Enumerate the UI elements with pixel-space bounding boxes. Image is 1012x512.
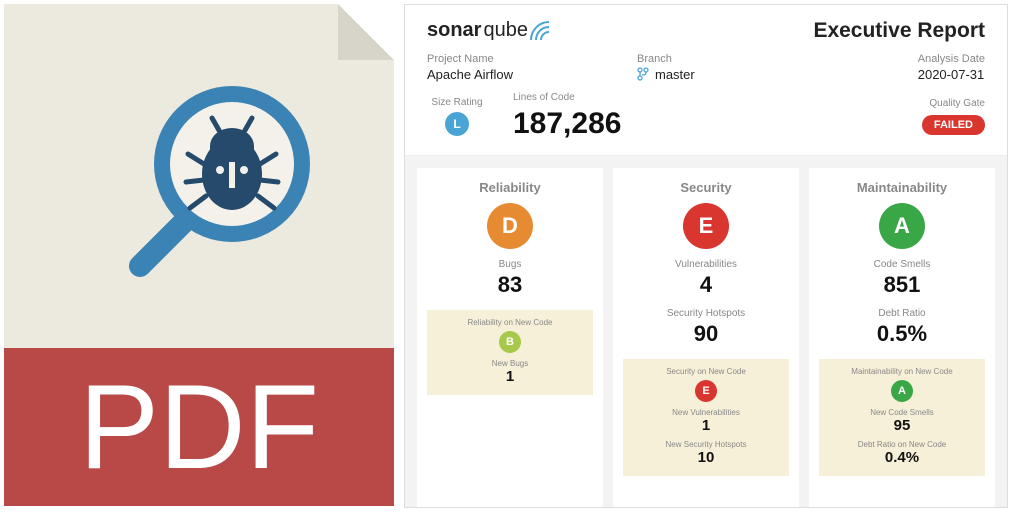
new-vuln-label: New Vulnerabilities: [672, 408, 740, 417]
analysis-date: 2020-07-31: [918, 67, 985, 82]
loc-label: Lines of Code: [513, 92, 621, 103]
security-new-rating: E: [695, 380, 717, 402]
size-rating-badge: L: [445, 112, 469, 136]
new-smells-label: New Code Smells: [870, 408, 934, 417]
security-newcode: Security on New Code E New Vulnerabiliti…: [623, 359, 789, 476]
sonar-wave-icon: [530, 21, 550, 41]
maintainability-new-title: Maintainability on New Code: [851, 367, 952, 376]
vuln-label: Vulnerabilities: [675, 259, 737, 270]
security-title: Security: [680, 180, 731, 195]
bug-magnifier-icon: [92, 74, 322, 304]
brand-sonar: sonar: [427, 19, 481, 42]
debt-label: Debt Ratio: [878, 308, 925, 319]
security-card: Security E Vulnerabilities 4 Security Ho…: [613, 168, 799, 507]
bugs-label: Bugs: [499, 259, 522, 270]
new-bugs-value: 1: [506, 368, 514, 385]
loc-value: 187,286: [513, 107, 621, 141]
branch-icon: [637, 67, 649, 81]
maintainability-rating: A: [879, 203, 925, 249]
new-vuln-value: 1: [702, 417, 710, 434]
brand-qube: qube: [483, 19, 528, 42]
report-header: sonarqube Executive Report: [405, 5, 1007, 53]
summary-row: Size Rating L Lines of Code 187,286 Qual…: [405, 90, 1007, 156]
branch-name: master: [655, 67, 695, 82]
new-hotspots-label: New Security Hotspots: [666, 440, 747, 449]
quality-gate-badge: FAILED: [922, 115, 985, 135]
quality-gate-label: Quality Gate: [929, 98, 985, 109]
executive-report: sonarqube Executive Report Project Name …: [404, 4, 1008, 508]
project-name: Apache Airflow: [427, 67, 637, 82]
reliability-new-title: Reliability on New Code: [468, 318, 553, 327]
pdf-file-icon: PDF: [4, 4, 394, 506]
hotspots-label: Security Hotspots: [667, 308, 745, 319]
security-new-title: Security on New Code: [666, 367, 746, 376]
reliability-rating: D: [487, 203, 533, 249]
report-title: Executive Report: [813, 19, 985, 43]
new-hotspots-value: 10: [698, 449, 715, 466]
new-smells-value: 95: [894, 417, 911, 434]
reliability-card: Reliability D Bugs 83 Reliability on New…: [417, 168, 603, 507]
maintainability-new-rating: A: [891, 380, 913, 402]
smells-value: 851: [884, 272, 921, 298]
new-debt-label: Debt Ratio on New Code: [858, 440, 947, 449]
pdf-label: PDF: [79, 358, 319, 496]
reliability-new-rating: B: [499, 331, 521, 353]
bugs-value: 83: [498, 272, 522, 298]
security-rating: E: [683, 203, 729, 249]
sonarqube-logo: sonarqube: [427, 19, 550, 42]
size-rating-label: Size Rating: [431, 97, 482, 108]
smells-label: Code Smells: [874, 259, 931, 270]
analysis-date-label: Analysis Date: [918, 53, 985, 65]
maintainability-card: Maintainability A Code Smells 851 Debt R…: [809, 168, 995, 507]
pdf-band: PDF: [4, 348, 394, 506]
maintainability-newcode: Maintainability on New Code A New Code S…: [819, 359, 985, 476]
meta-row: Project Name Apache Airflow Branch maste…: [405, 53, 1007, 90]
new-bugs-label: New Bugs: [492, 359, 528, 368]
project-name-label: Project Name: [427, 53, 637, 65]
metrics-row: Reliability D Bugs 83 Reliability on New…: [405, 156, 1007, 507]
maintainability-title: Maintainability: [857, 180, 947, 195]
branch-label: Branch: [637, 53, 672, 65]
new-debt-value: 0.4%: [885, 449, 919, 466]
vuln-value: 4: [700, 272, 712, 298]
reliability-title: Reliability: [479, 180, 540, 195]
debt-value: 0.5%: [877, 321, 927, 347]
reliability-newcode: Reliability on New Code B New Bugs 1: [427, 310, 593, 395]
hotspots-value: 90: [694, 321, 718, 347]
